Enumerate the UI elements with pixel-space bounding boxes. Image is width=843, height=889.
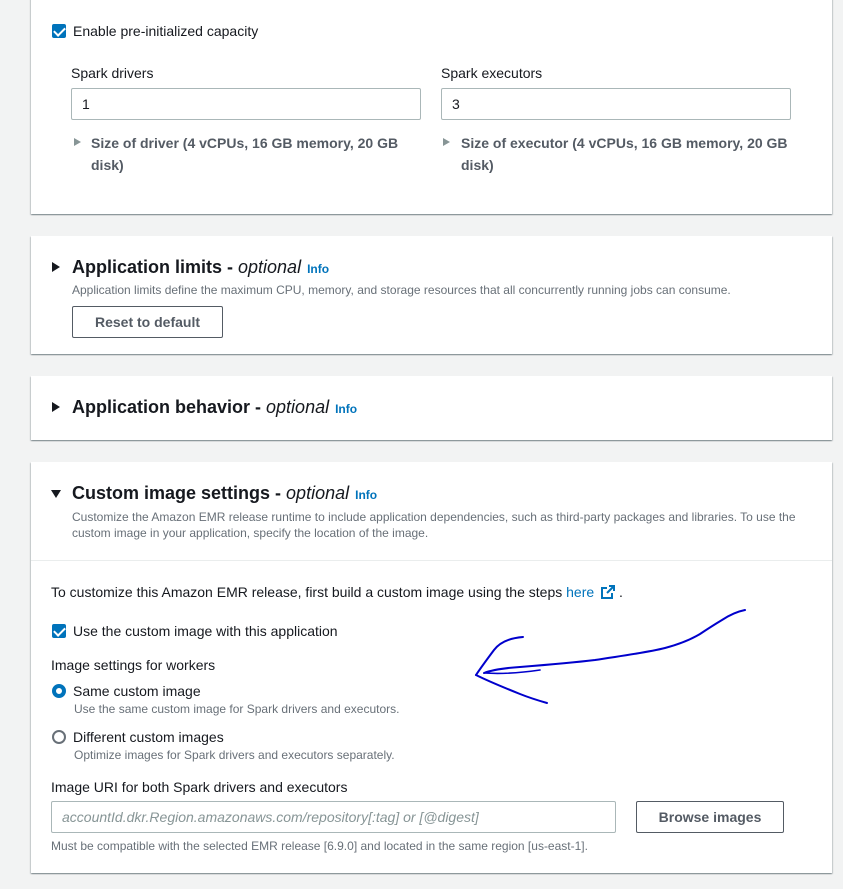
application-behavior-panel: Application behavior - optional Info	[31, 376, 832, 440]
application-limits-panel: Application limits - optional Info Applic…	[31, 236, 832, 354]
info-link[interactable]: Info	[335, 402, 357, 416]
reset-to-default-button[interactable]: Reset to default	[72, 306, 223, 338]
driver-size-line2: disk)	[91, 157, 124, 173]
driver-size-expander[interactable]: Size of driver (4 vCPUs, 16 GB memory, 2…	[91, 132, 398, 176]
spark-executors-label: Spark executors	[441, 65, 543, 81]
description-line2: custom image in your application, specif…	[72, 526, 429, 540]
image-uri-constraint: Must be compatible with the selected EMR…	[51, 839, 588, 853]
image-uri-input[interactable]	[51, 801, 616, 833]
spark-executors-input[interactable]	[441, 88, 791, 120]
same-image-label[interactable]: Same custom image	[73, 683, 201, 699]
enable-capacity-checkbox[interactable]	[52, 24, 66, 38]
capacity-panel: Enable pre-initialized capacity Spark dr…	[31, 0, 832, 214]
spark-drivers-label: Spark drivers	[71, 65, 154, 81]
enable-capacity-label: Enable pre-initialized capacity	[73, 23, 259, 39]
description-line1: Customize the Amazon EMR release runtime…	[72, 510, 796, 524]
custom-image-description: Customize the Amazon EMR release runtime…	[72, 509, 796, 541]
title-text: Application limits	[72, 257, 223, 277]
info-link[interactable]: Info	[307, 262, 329, 276]
here-link[interactable]: here	[566, 584, 616, 600]
header-divider	[31, 560, 832, 561]
executor-size-expander[interactable]: Size of executor (4 vCPUs, 16 GB memory,…	[461, 132, 788, 176]
same-image-desc: Use the same custom image for Spark driv…	[74, 702, 400, 716]
executor-size-line1: Size of executor (4 vCPUs, 16 GB memory,…	[461, 135, 788, 151]
driver-size-line1: Size of driver (4 vCPUs, 16 GB memory, 2…	[91, 135, 399, 151]
caret-right-icon[interactable]	[52, 402, 60, 412]
browse-images-button[interactable]: Browse images	[636, 801, 784, 833]
custom-image-settings-panel: Custom image settings - optional Info Cus…	[31, 462, 832, 873]
spark-drivers-input[interactable]	[71, 88, 421, 120]
title-text: Application behavior	[72, 397, 251, 417]
use-custom-image-label: Use the custom image with this applicati…	[73, 623, 338, 639]
application-limits-description: Application limits define the maximum CP…	[72, 283, 731, 297]
caret-right-icon[interactable]	[443, 138, 450, 146]
different-images-label[interactable]: Different custom images	[73, 729, 224, 745]
image-uri-label: Image URI for both Spark drivers and exe…	[51, 779, 348, 795]
period-text: .	[618, 584, 623, 600]
caret-right-icon[interactable]	[74, 138, 81, 146]
caret-right-icon[interactable]	[52, 262, 60, 272]
info-link[interactable]: Info	[355, 488, 377, 502]
caret-down-icon[interactable]	[51, 490, 61, 498]
intro-text: To customize this Amazon EMR release, fi…	[51, 584, 563, 600]
optional-text: optional	[286, 483, 350, 503]
external-link-icon	[601, 585, 616, 599]
application-limits-title[interactable]: Application limits - optional Info	[72, 257, 329, 278]
custom-image-intro: To customize this Amazon EMR release, fi…	[51, 584, 623, 600]
custom-image-settings-title[interactable]: Custom image settings - optional Info	[72, 483, 377, 504]
different-images-radio[interactable]	[52, 730, 66, 744]
workers-label: Image settings for workers	[51, 657, 216, 673]
use-custom-image-checkbox[interactable]	[52, 624, 66, 638]
application-behavior-title[interactable]: Application behavior - optional Info	[72, 397, 357, 418]
optional-text: optional	[238, 257, 302, 277]
title-text: Custom image settings	[72, 483, 271, 503]
same-image-radio[interactable]	[52, 684, 66, 698]
here-link-text: here	[566, 584, 595, 600]
executor-size-line2: disk)	[461, 157, 494, 173]
different-images-desc: Optimize images for Spark drivers and ex…	[74, 748, 395, 762]
optional-text: optional	[266, 397, 330, 417]
